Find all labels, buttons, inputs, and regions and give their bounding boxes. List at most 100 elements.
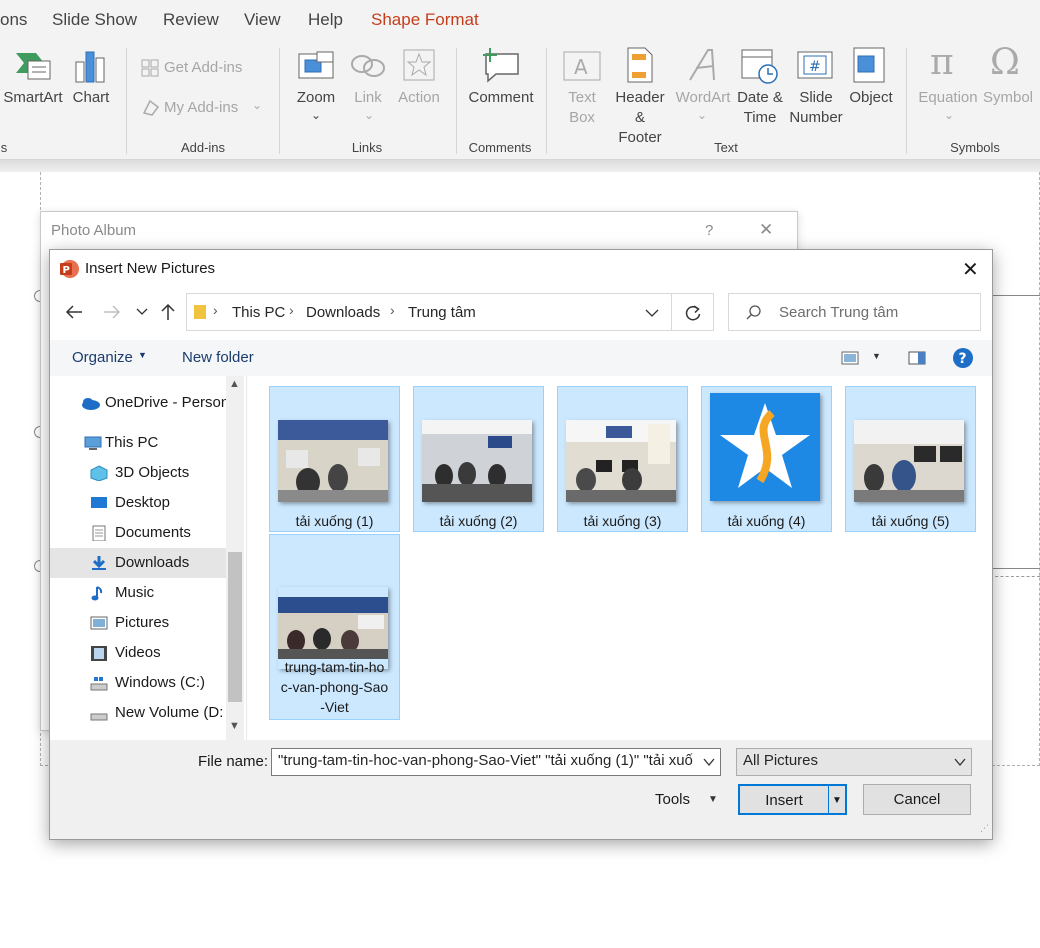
get-addins-button[interactable]: Get Add-ins [164,58,242,78]
navigation-pane[interactable]: OneDrive - Person This PC 3D Objects Des… [50,376,246,740]
chevron-down-icon: ⌄ [944,108,955,122]
up-arrow-icon[interactable] [160,303,176,321]
caret-down-icon[interactable]: ▼ [829,786,845,815]
organize-button[interactable]: Organize [72,349,133,366]
tab-view[interactable]: View [244,10,281,30]
chevron-down-icon[interactable] [645,308,659,318]
zoom-button[interactable]: Zoom [290,88,342,108]
breadcrumb-separator-icon: › [213,302,218,318]
breadcrumb-trung-tam[interactable]: Trung tâm [408,304,476,321]
nav-windows-c[interactable]: Windows (C:) [50,668,226,698]
nav-onedrive[interactable]: OneDrive - Person [50,388,229,418]
resize-grip-icon[interactable]: ⋰ [980,824,989,833]
insert-pictures-dialog: P Insert New Pictures ✕ › This PC › Down… [49,249,993,840]
chevron-down-icon: ⌄ [252,98,263,112]
caret-down-icon[interactable]: ▼ [872,351,881,361]
tools-button[interactable]: Tools [655,791,690,808]
dialog-title: Insert New Pictures [85,260,216,277]
comment-icon [483,48,519,83]
slide-number-button[interactable]: Slide Number [786,88,846,128]
nav-music[interactable]: Music [50,578,226,608]
link-icon [351,55,385,77]
tab-shape-format[interactable]: Shape Format [371,10,479,30]
nav-scrollbar[interactable]: ▲ ▼ [226,376,244,740]
file-name-input[interactable]: "trung-tam-tin-hoc-van-phong-Sao-Viet" "… [271,748,721,776]
back-arrow-icon[interactable] [64,304,84,320]
search-field[interactable]: Search Trung tâm [728,293,981,331]
nav-this-pc[interactable]: This PC [50,428,226,458]
store-icon [141,59,159,77]
view-options-icon[interactable] [841,351,859,365]
help-button[interactable]: ? [705,222,713,239]
close-button[interactable]: ✕ [759,220,773,240]
nav-pictures[interactable]: Pictures [50,608,226,638]
nav-new-volume-d[interactable]: New Volume (D: [50,698,226,728]
address-bar[interactable]: › This PC › Downloads › Trung tâm [186,293,672,331]
chevron-down-icon: ⌄ [311,108,322,122]
drive-icon [90,677,108,691]
breadcrumb-separator-icon: › [390,302,395,318]
nav-3d-objects[interactable]: 3D Objects [50,458,226,488]
equation-button[interactable]: Equation [916,88,980,108]
chevron-down-icon[interactable] [703,758,715,767]
close-button[interactable]: ✕ [962,257,979,282]
file-item[interactable]: tải xuống (5) [845,386,976,532]
chart-button[interactable]: Chart [70,88,112,108]
cancel-button[interactable]: Cancel [863,784,971,815]
text-box-button[interactable]: Text Box [556,88,608,128]
wordart-button[interactable]: WordArt [672,88,734,108]
nav-documents[interactable]: Documents [50,518,226,548]
tab-help[interactable]: Help [308,10,343,30]
search-icon [746,305,761,320]
date-time-button[interactable]: Date & Time [734,88,786,128]
file-item[interactable]: trung-tam-tin-ho c-van-phong-Sao -Viet [269,534,400,720]
action-button[interactable]: Action [394,88,444,108]
scroll-down-icon[interactable]: ▼ [229,720,240,732]
insert-button[interactable]: Insert ▼ [738,784,847,815]
nav-videos[interactable]: Videos [50,638,226,668]
scroll-thumb[interactable] [228,552,242,702]
file-item[interactable]: tải xuống (2) [413,386,544,532]
file-list[interactable]: tải xuống (1) tải xuống (2) tải xuống (3… [246,376,992,740]
object-icon [853,47,885,83]
breadcrumb-separator-icon: › [289,302,294,318]
symbol-button[interactable]: Symbol [980,88,1036,108]
onedrive-cloud-icon [82,398,100,410]
nav-downloads[interactable]: Downloads [50,548,226,578]
link-button[interactable]: Link [346,88,390,108]
tab-animations[interactable]: ons [0,10,27,30]
nav-label: This PC [105,434,159,451]
caret-down-icon[interactable]: ▼ [708,794,718,805]
file-name: tải xuống (4) [727,513,806,529]
refresh-button[interactable] [672,293,714,331]
preview-pane-icon[interactable] [908,351,926,365]
file-item[interactable]: tải xuống (1) [269,386,400,532]
desktop-icon [91,497,107,508]
tab-review[interactable]: Review [163,10,219,30]
forward-arrow-icon[interactable] [102,304,122,320]
file-item[interactable]: tải xuống (3) [557,386,688,532]
tab-slide-show[interactable]: Slide Show [52,10,137,30]
breadcrumb-downloads[interactable]: Downloads [306,304,380,321]
slide-number-icon: # [797,51,833,79]
smartart-button[interactable]: SmartArt [2,88,64,108]
header-footer-button[interactable]: Header & Footer [612,88,668,148]
nav-desktop[interactable]: Desktop [50,488,226,518]
powerpoint-icon: P [60,260,79,278]
divider [279,48,280,154]
chevron-down-icon[interactable] [136,307,148,317]
command-bar: Organize ▼ New folder ▼ ? [50,340,992,376]
my-addins-button[interactable]: My Add-ins [164,98,238,118]
file-type-select[interactable]: All Pictures [736,748,972,776]
file-name-value: "trung-tam-tin-hoc-van-phong-Sao-Viet" "… [278,752,693,769]
chevron-down-icon[interactable] [954,758,966,767]
comment-button[interactable]: Comment [462,88,540,108]
scroll-up-icon[interactable]: ▲ [229,378,240,390]
text-group-label: Text [714,140,738,155]
object-button[interactable]: Object [846,88,896,108]
breadcrumb-this-pc[interactable]: This PC [232,304,285,321]
new-folder-button[interactable]: New folder [182,349,254,366]
file-item[interactable]: tải xuống (4) [701,386,832,532]
comments-group-label: Comments [468,140,532,155]
help-icon[interactable]: ? [952,347,974,369]
